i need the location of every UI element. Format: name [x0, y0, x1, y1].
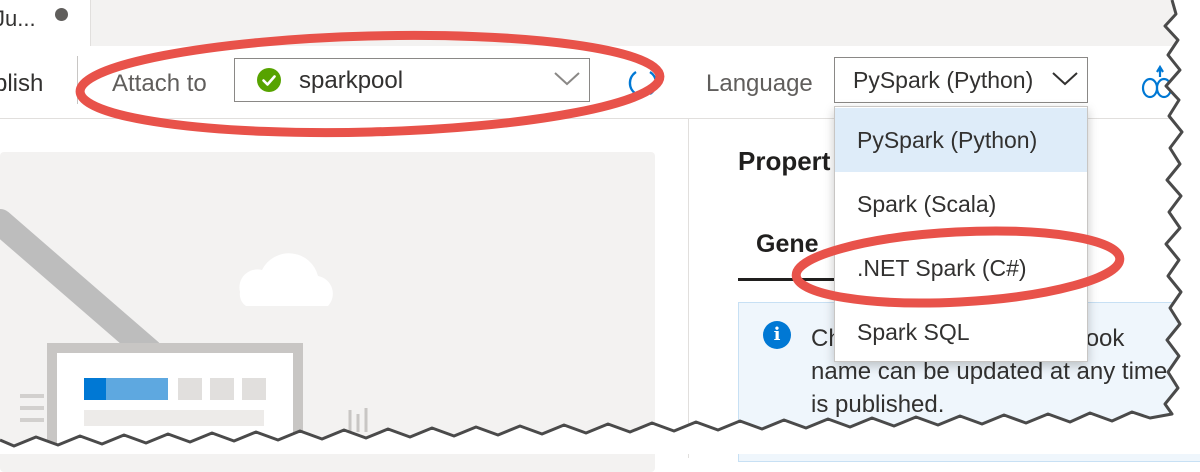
attach-to-label: Attach to	[112, 70, 207, 97]
publish-button[interactable]: blish	[0, 70, 43, 98]
language-option-scala[interactable]: Spark (Scala)	[835, 172, 1087, 236]
language-value: PySpark (Python)	[853, 67, 1034, 93]
notebook-tab[interactable]: Ju...	[0, 0, 91, 47]
toolbar-divider	[77, 56, 78, 104]
chevron-down-icon	[1052, 72, 1078, 86]
tab-title: Ju...	[0, 6, 36, 31]
manage-icon[interactable]	[1140, 64, 1180, 104]
info-text-line3: is published.	[811, 391, 945, 418]
unsaved-dot-icon	[55, 8, 68, 21]
language-select[interactable]: PySpark (Python)	[834, 57, 1088, 103]
tab-strip	[0, 0, 1200, 47]
language-dropdown: PySpark (Python) Spark (Scala) .NET Spar…	[834, 106, 1088, 362]
refresh-icon[interactable]	[626, 68, 660, 98]
check-circle-icon	[257, 68, 281, 92]
info-icon: i	[763, 321, 791, 349]
panel-divider	[688, 118, 689, 458]
language-option-sql[interactable]: Spark SQL	[835, 300, 1087, 364]
language-option-dotnet[interactable]: .NET Spark (C#)	[835, 236, 1087, 300]
properties-title: Propert	[738, 146, 831, 176]
pool-value: sparkpool	[299, 67, 404, 94]
language-label: Language	[706, 70, 813, 97]
attach-to-select[interactable]: sparkpool	[234, 58, 590, 102]
notebook-illustration	[0, 209, 368, 454]
language-option-pyspark[interactable]: PySpark (Python)	[835, 108, 1087, 172]
tab-general[interactable]: Gene	[756, 230, 819, 259]
tab-general-underline	[738, 278, 838, 281]
chevron-down-icon	[554, 72, 580, 86]
